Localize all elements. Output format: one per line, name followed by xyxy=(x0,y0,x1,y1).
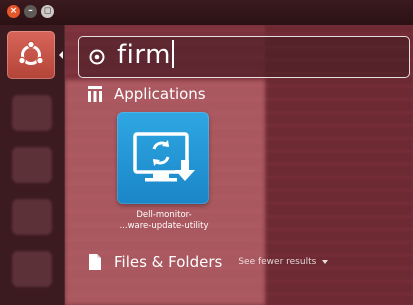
chevron-down-icon xyxy=(322,260,329,264)
app-result-label-line1: Dell-monitor- xyxy=(136,210,192,220)
search-input[interactable]: firm xyxy=(117,40,174,70)
close-window-button[interactable]: × xyxy=(7,5,20,18)
launcher-app-icon[interactable] xyxy=(12,147,52,183)
app-result-label-line2: ...ware-update-utility xyxy=(119,221,209,231)
launcher-app-icon[interactable] xyxy=(12,95,52,131)
text-cursor xyxy=(171,40,174,68)
dash-search-field[interactable]: firm xyxy=(78,36,410,78)
app-result-tile[interactable] xyxy=(117,112,209,204)
active-indicator-arrow xyxy=(59,51,63,59)
monitor-refresh-download-icon xyxy=(133,132,195,182)
applications-section-header[interactable]: Applications xyxy=(88,85,206,103)
see-fewer-results-label: See fewer results xyxy=(238,257,317,267)
ubuntu-logo-icon xyxy=(18,40,44,65)
see-fewer-results-toggle[interactable]: See fewer results xyxy=(238,257,329,267)
file-icon xyxy=(89,254,101,270)
window-controls-bar: × – ◻ xyxy=(0,0,413,25)
files-section-label: Files & Folders xyxy=(114,253,223,271)
launcher-app-icon[interactable] xyxy=(12,199,52,235)
launcher xyxy=(0,25,65,305)
applications-icon xyxy=(88,86,102,102)
search-query-text: firm xyxy=(117,40,171,70)
files-section-header: Files & Folders See fewer results xyxy=(88,253,329,271)
dash-home-button[interactable] xyxy=(7,31,55,79)
minimize-window-button[interactable]: – xyxy=(24,5,37,18)
maximize-window-button[interactable]: ◻ xyxy=(41,5,54,18)
launcher-app-icon[interactable] xyxy=(12,251,52,287)
app-result-label[interactable]: Dell-monitor- ...ware-update-utility xyxy=(109,210,219,232)
search-icon xyxy=(89,49,105,65)
applications-section-label: Applications xyxy=(114,85,206,103)
